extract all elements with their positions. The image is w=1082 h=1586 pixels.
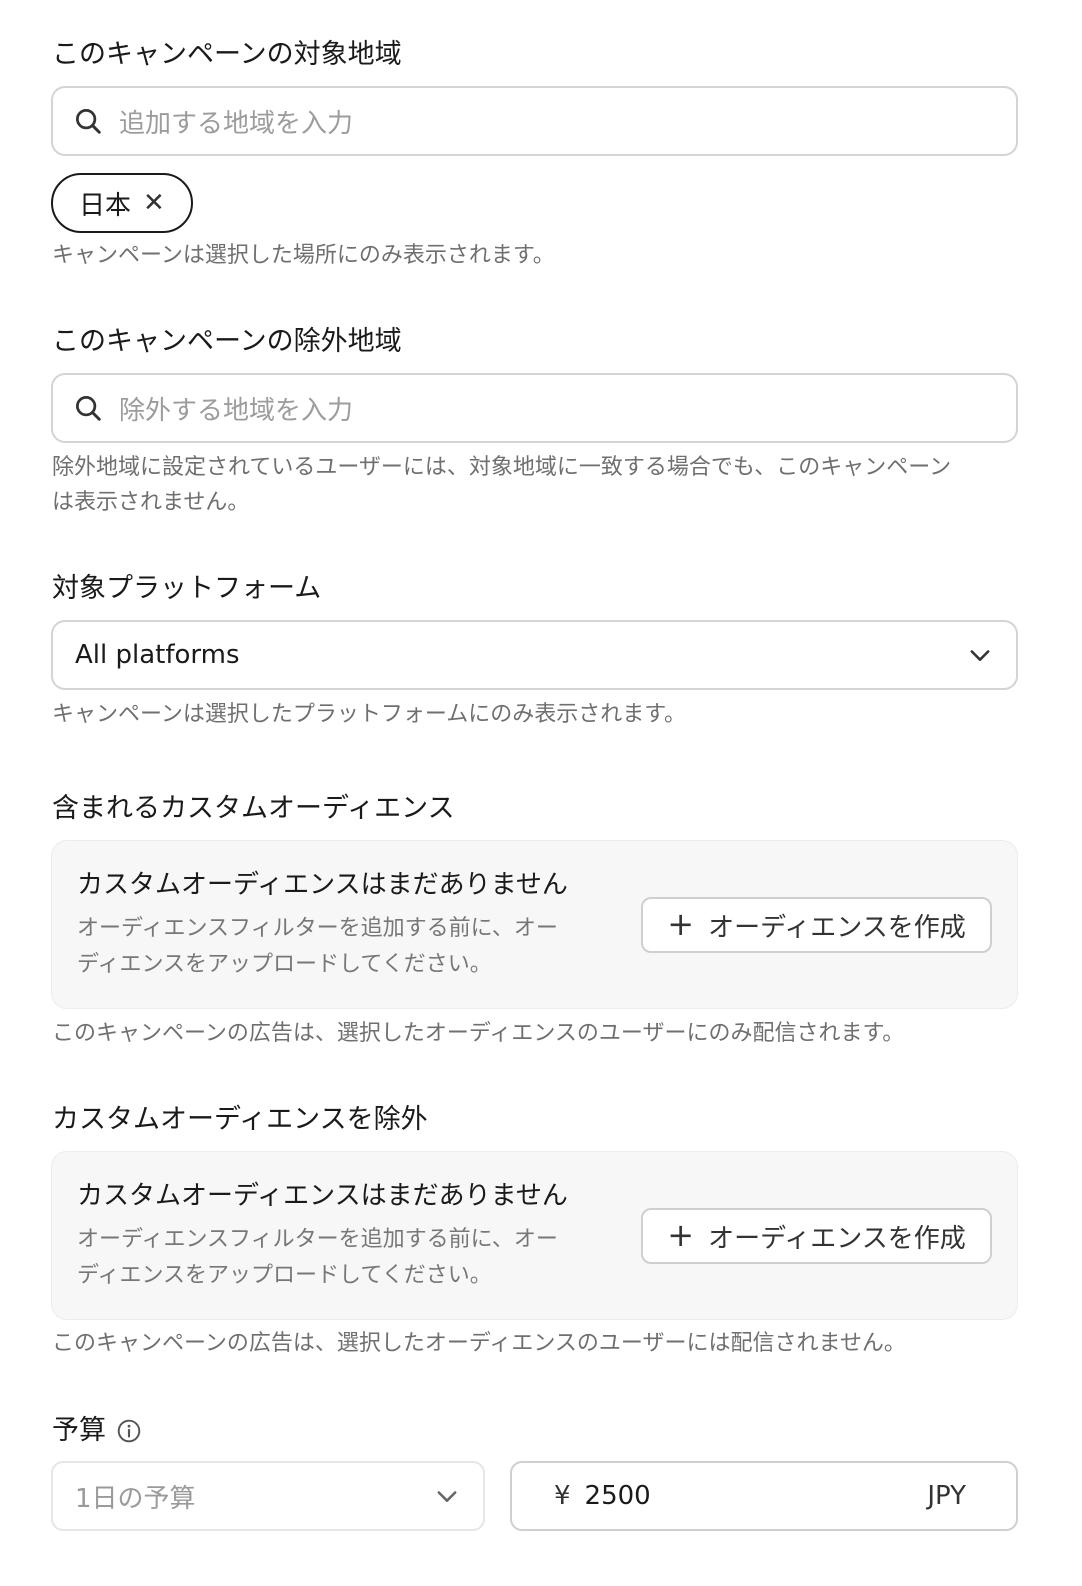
region-chip-label: 日本 <box>79 190 132 221</box>
included-audience-helper: このキャンペーンの広告は、選択したオーディエンスのユーザーにのみ配信されます。 <box>52 1021 905 1046</box>
platform-helper: キャンペーンは選択したプラットフォームにのみ表示されます。 <box>52 702 687 727</box>
create-audience-button[interactable]: + オーディエンスを作成 <box>641 1208 992 1264</box>
platform-label: 対象プラットフォーム <box>52 573 322 604</box>
budget-amount-input[interactable]: ¥ 2500 JPY <box>510 1461 1018 1531</box>
target-region-helper: キャンペーンは選択した場所にのみ表示されます。 <box>52 243 555 268</box>
plus-icon: + <box>667 904 695 943</box>
search-icon <box>76 109 101 134</box>
platform-select[interactable]: All platforms <box>51 620 1018 690</box>
excluded-region-label: このキャンペーンの除外地域 <box>52 326 402 357</box>
budget-type-select[interactable]: 1日の予算 <box>51 1461 485 1531</box>
empty-state-desc-line1: オーディエンスフィルターを追加する前に、オー <box>77 1227 558 1252</box>
currency-symbol: ¥ <box>554 1481 571 1511</box>
target-region-placeholder: 追加する地域を入力 <box>119 108 354 139</box>
info-icon[interactable] <box>116 1418 142 1444</box>
currency-code: JPY <box>927 1481 966 1511</box>
excluded-audience-label: カスタムオーディエンスを除外 <box>52 1104 428 1135</box>
budget-amount-value: 2500 <box>584 1481 651 1511</box>
budget-label: 予算 <box>52 1415 106 1446</box>
empty-state-title: カスタムオーディエンスはまだありません <box>77 870 568 900</box>
excluded-region-helper-line2: は表示されません。 <box>52 490 250 515</box>
empty-state-title: カスタムオーディエンスはまだありません <box>77 1181 568 1211</box>
excluded-region-search-input[interactable]: 除外する地域を入力 <box>51 373 1018 443</box>
create-audience-button[interactable]: + オーディエンスを作成 <box>641 897 992 953</box>
create-audience-label: オーディエンスを作成 <box>708 1223 966 1254</box>
create-audience-label: オーディエンスを作成 <box>708 912 966 943</box>
target-region-label: このキャンペーンの対象地域 <box>52 39 402 70</box>
close-icon[interactable]: ✕ <box>143 190 165 216</box>
included-audience-label: 含まれるカスタムオーディエンス <box>52 793 455 824</box>
search-icon <box>76 396 101 421</box>
budget-header: 予算 <box>52 1412 142 1450</box>
budget-type-value: 1日の予算 <box>75 1483 196 1514</box>
empty-state-desc-line2: ディエンスをアップロードしてください。 <box>77 952 492 977</box>
chevron-down-icon <box>437 1491 457 1502</box>
excluded-audience-helper: このキャンペーンの広告は、選択したオーディエンスのユーザーには配信されません。 <box>52 1331 906 1356</box>
plus-icon: + <box>667 1215 695 1254</box>
excluded-region-helper-line1: 除外地域に設定されているユーザーには、対象地域に一致する場合でも、このキャンペー… <box>52 455 952 480</box>
included-audience-empty-panel: カスタムオーディエンスはまだありません オーディエンスフィルターを追加する前に、… <box>51 840 1018 1009</box>
empty-state-desc-line2: ディエンスをアップロードしてください。 <box>77 1263 492 1288</box>
chevron-down-icon <box>970 650 990 661</box>
target-region-search-input[interactable]: 追加する地域を入力 <box>51 86 1018 156</box>
excluded-audience-empty-panel: カスタムオーディエンスはまだありません オーディエンスフィルターを追加する前に、… <box>51 1151 1018 1320</box>
empty-state-desc-line1: オーディエンスフィルターを追加する前に、オー <box>77 916 558 941</box>
platform-selected-value: All platforms <box>75 640 240 670</box>
region-chip-japan[interactable]: 日本 ✕ <box>51 173 193 233</box>
campaign-targeting-form: このキャンペーンの対象地域 追加する地域を入力 日本 ✕ キャンペーンは選択した… <box>0 0 1082 1586</box>
excluded-region-placeholder: 除外する地域を入力 <box>119 395 354 426</box>
